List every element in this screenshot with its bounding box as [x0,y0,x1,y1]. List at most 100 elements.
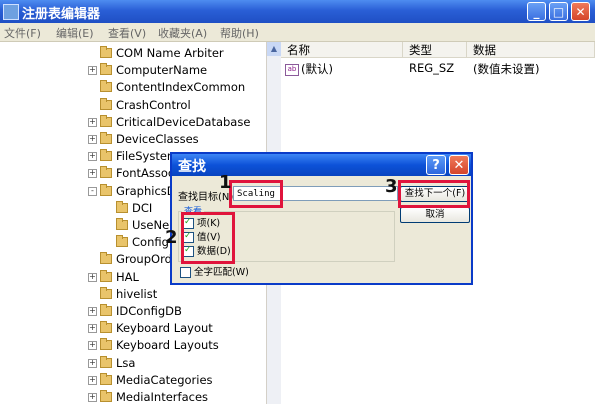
tree-item[interactable]: hivelist [0,286,266,303]
match-whole-checkbox[interactable]: 全字匹配(W) [180,267,249,278]
find-dialog-title: 查找 [178,159,206,175]
expand-icon[interactable]: + [88,152,97,162]
folder-icon [100,304,112,316]
tree-item-label: DeviceClasses [116,132,199,146]
value-type: REG_SZ [409,61,455,75]
tree-item-label: Keyboard Layouts [116,338,219,353]
folder-icon [100,46,112,58]
tree-item-label: HAL [116,269,139,284]
callout-number-3: 3 [385,176,398,197]
cancel-button[interactable]: 取消 [400,207,470,223]
tree-item-label: Lsa [116,355,136,370]
scroll-up-icon[interactable]: ▲ [267,42,281,56]
tree-item-label: COM Name Arbiter [116,46,224,60]
minimize-button[interactable]: _ [527,2,546,21]
tree-item[interactable]: + MediaCategories [0,372,266,389]
tree-item-label: hivelist [116,286,158,301]
tree-item-label: MediaCategories [116,372,213,387]
expand-icon[interactable]: + [88,324,97,334]
folder-icon [116,235,128,248]
tree-item[interactable]: + CriticalDeviceDatabase [0,114,266,131]
tree-item-label: DCI [132,200,153,215]
expand-icon[interactable]: + [88,169,97,179]
expand-icon[interactable]: + [88,393,97,402]
folder-icon [116,218,128,230]
tree-item[interactable]: + DeviceClasses [0,131,266,148]
tree-item[interactable]: + Lsa [0,355,266,372]
expand-icon[interactable]: + [88,117,97,127]
expand-icon[interactable]: + [88,272,97,282]
column-header-data[interactable]: 数据 [467,42,595,58]
maximize-button[interactable]: □ [549,2,568,21]
tree-item-label: Config [132,235,169,250]
folder-icon [100,80,112,93]
tree-item-label: FontAssoc [116,166,175,181]
tree-item-label: ComputerName [116,63,208,78]
collapse-icon[interactable]: - [88,186,97,196]
folder-icon [100,63,112,76]
column-header-name[interactable]: 名称 [281,42,403,58]
tree-item-label: UseNe [132,218,170,232]
folder-icon [100,132,112,144]
tree-item[interactable]: + Keyboard Layout [0,320,266,337]
value-data: (数值未设置) [473,62,540,76]
folder-icon [100,149,112,162]
tree-item-label: CrashControl [116,97,191,112]
close-button[interactable]: ✕ [571,2,590,21]
folder-icon [100,390,112,402]
menu-help[interactable]: 帮助(H) [220,25,259,41]
tree-item-label: Keyboard Layout [116,321,213,336]
value-name: (默认) [301,62,333,76]
callout-box-2 [181,212,235,264]
match-whole-check-icon [180,267,191,278]
tree-item-label: FileSystem [116,149,179,164]
menu-view[interactable]: 查看(V) [108,25,146,41]
tree-item[interactable]: COM Name Arbiter [0,45,266,62]
tree-item-label: CriticalDeviceDatabase [116,114,251,129]
tree-item[interactable]: ContentIndexCommon [0,79,266,96]
folder-icon [100,97,112,110]
folder-icon [100,183,112,196]
tree-item[interactable]: + MediaInterfaces [0,389,266,406]
window-titlebar[interactable]: 注册表编辑器 _ □ ✕ [0,0,595,23]
menu-file[interactable]: 文件(F) [4,25,41,41]
match-whole-label: 全字匹配(W) [194,267,249,278]
tree-item-label: GraphicsD [116,183,176,198]
window-title: 注册表编辑器 [22,7,101,22]
tree-item-label: MediaInterfaces [116,390,209,404]
expand-icon[interactable]: + [88,341,97,351]
menu-edit[interactable]: 编辑(E) [56,25,94,41]
callout-box-1 [229,180,283,208]
folder-icon [100,355,112,368]
help-button[interactable]: ? [426,155,446,175]
folder-icon [100,286,112,299]
folder-icon [100,166,112,179]
string-value-icon: ab [285,63,299,76]
expand-icon[interactable]: + [88,358,97,368]
regedit-icon [3,4,19,20]
tree-item-label: ContentIndexCommon [116,80,246,95]
folder-icon [100,114,112,127]
tree-item[interactable]: + IDConfigDB [0,303,266,320]
folder-icon [100,372,112,385]
menu-bar: 文件(F) 编辑(E) 查看(V) 收藏夹(A) 帮助(H) [0,23,595,42]
callout-number-2: 2 [165,227,178,248]
folder-icon [116,200,128,213]
column-header-type[interactable]: 类型 [403,42,467,58]
menu-favorites[interactable]: 收藏夹(A) [158,25,207,41]
tree-item[interactable]: + ComputerName [0,62,266,79]
value-name-cell[interactable]: ab (默认) [285,61,333,77]
tree-item[interactable]: CrashControl [0,97,266,114]
tree-item[interactable]: + Keyboard Layouts [0,337,266,354]
expand-icon[interactable]: + [88,135,97,144]
expand-icon[interactable]: + [88,66,97,76]
folder-icon [100,252,112,265]
expand-icon[interactable]: + [88,375,97,385]
callout-number-1: 1 [219,172,232,193]
dialog-close-button[interactable]: ✕ [449,155,469,175]
folder-icon [100,321,112,334]
expand-icon[interactable]: + [88,307,97,316]
folder-icon [100,338,112,351]
find-dialog-titlebar[interactable]: 查找 ? ✕ [172,154,471,176]
callout-box-3 [398,180,470,208]
